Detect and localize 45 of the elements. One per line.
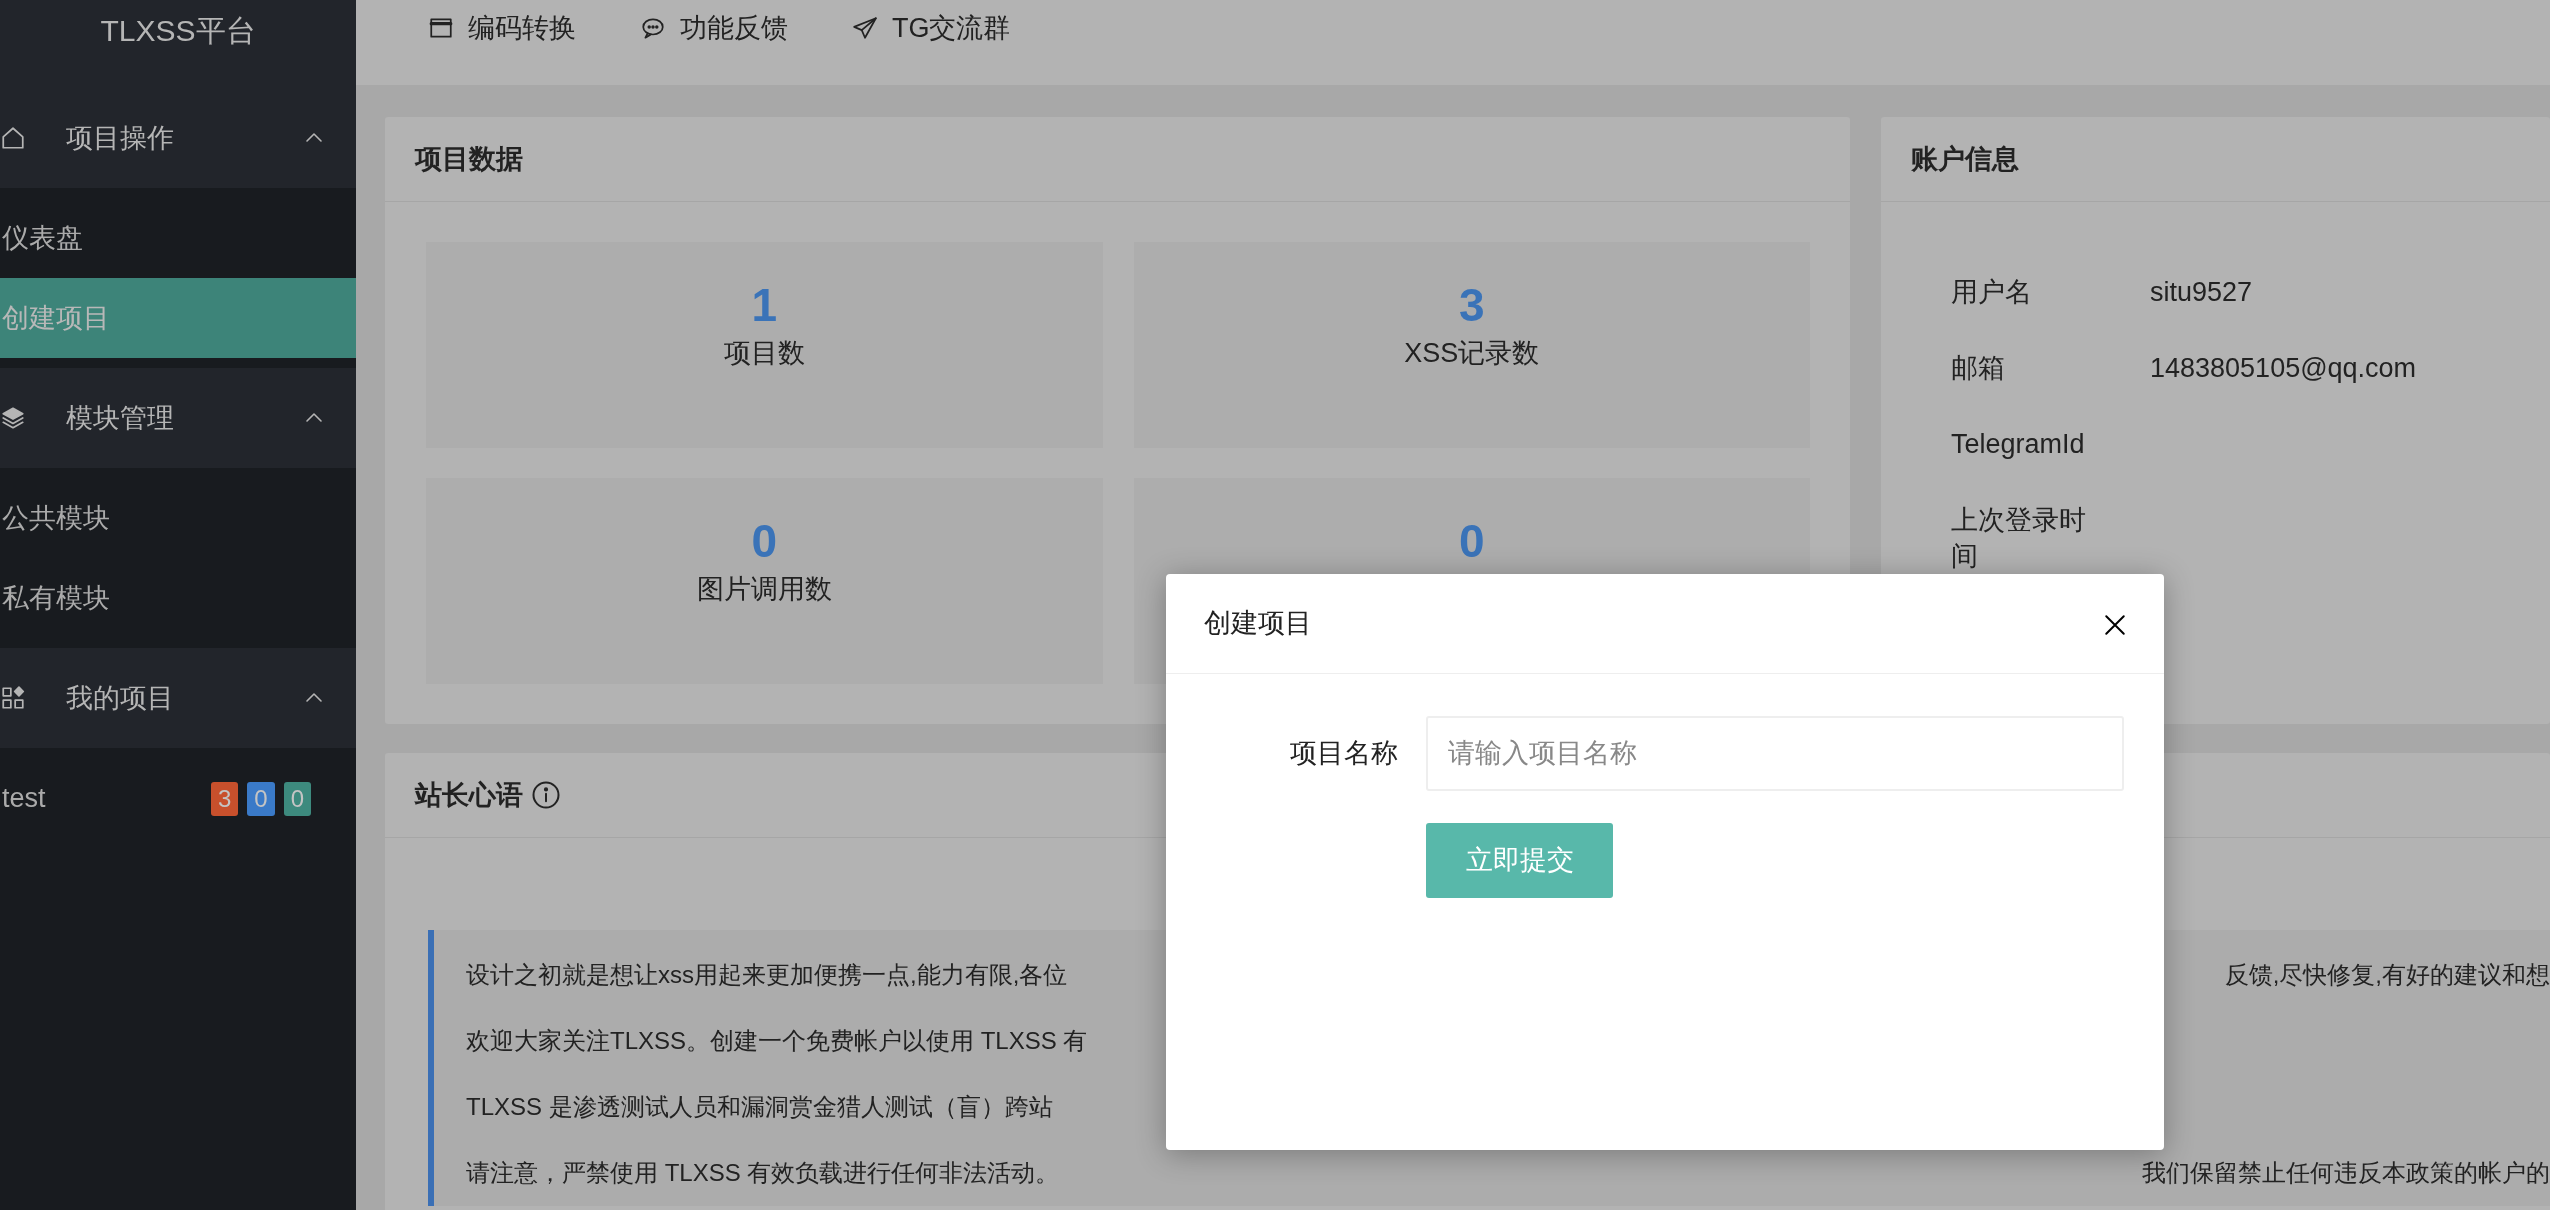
stat-value: 1	[751, 278, 778, 333]
sidebar-item[interactable]: 私有模块	[0, 558, 356, 638]
stat-value: 0	[1458, 514, 1485, 569]
notice-text: 设计之初就是想让xss用起来更加便携一点,能力有限,各位	[466, 960, 1068, 990]
paper-plane-icon	[852, 15, 878, 42]
notice-text: 反馈,尽快修复,有好的建议和想	[2224, 960, 2550, 990]
field-label: 项目名称	[1289, 737, 1398, 771]
field-value: 1483805105@qq.com	[2150, 352, 2417, 385]
count-badge: 3	[210, 781, 239, 816]
card-title: 站长心语	[415, 778, 523, 812]
layers-icon	[0, 405, 26, 431]
count-badge: 0	[283, 781, 311, 816]
stat-label: 图片调用数	[696, 573, 832, 607]
grid-icon	[0, 685, 26, 711]
home-icon	[0, 125, 26, 151]
nav-link[interactable]: 功能反馈	[640, 8, 788, 49]
project-name-input[interactable]: 请输入项目名称	[1426, 716, 2124, 791]
field-label: 邮箱	[1951, 352, 2006, 385]
item-label: test	[2, 781, 46, 815]
count-badge: 0	[247, 781, 275, 816]
sidebar-item[interactable]: 公共模块	[0, 478, 356, 558]
info-icon	[531, 780, 561, 810]
notice-text: 请注意，严禁使用 TLXSS 有效负载进行任何非法活动。	[466, 1158, 1060, 1188]
notice-text: 欢迎大家关注TLXSS。创建一个免费帐户以使用 TLXSS 有	[466, 1026, 1088, 1056]
field-value: situ9527	[2150, 276, 2253, 309]
card-title: 项目数据	[385, 117, 1850, 202]
section-header[interactable]: 项目操作	[0, 88, 356, 188]
field-label: 用户名	[1951, 276, 2033, 309]
field-label: 上次登录时间	[1951, 504, 2087, 573]
field-label: TelegramId	[1951, 428, 2086, 461]
logo-text: TLXSS平台	[100, 13, 256, 49]
section-header[interactable]: 模块管理	[0, 368, 356, 468]
stat-label: 项目数	[723, 337, 805, 371]
stat-label: XSS记录数	[1404, 337, 1540, 371]
nav-link[interactable]: 编码转换	[428, 8, 576, 49]
card-title: 账户信息	[1881, 117, 2550, 202]
stat-value: 3	[1458, 278, 1485, 333]
notice-text: 我们保留禁止任何违反本政策的帐户的	[2142, 1158, 2550, 1188]
nav-link[interactable]: TG交流群	[852, 8, 1011, 49]
modal-title: 创建项目	[1204, 607, 1312, 641]
sidebar-item[interactable]: 仪表盘	[0, 198, 356, 278]
notice-text: TLXSS 是渗透测试人员和漏洞赏金猎人测试（盲）跨站	[466, 1092, 1053, 1122]
sidebar-item[interactable]: test 3 0 0	[0, 758, 356, 838]
section-header[interactable]: 我的项目	[0, 648, 356, 748]
stat-value: 0	[751, 514, 778, 569]
